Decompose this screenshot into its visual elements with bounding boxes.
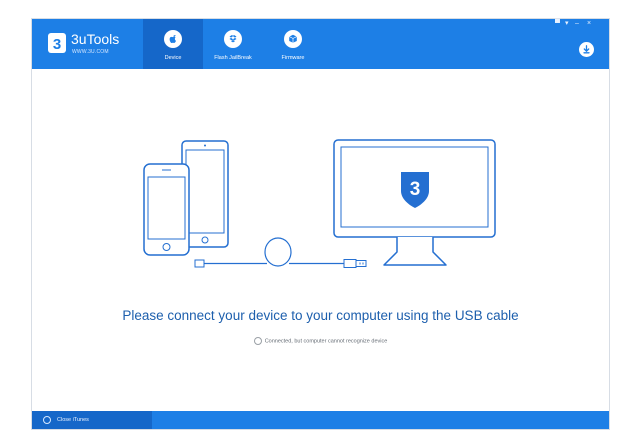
connection-illustration: 3 xyxy=(143,139,496,268)
circle-icon xyxy=(43,416,51,424)
monitor-logo-mark: 3 xyxy=(410,179,421,200)
close-itunes-label: Close iTunes xyxy=(57,417,89,423)
monitor-illustration: 3 xyxy=(333,139,496,266)
app-window: 3 3uTools WWW.3U.COM Device Flash JailBr… xyxy=(32,19,609,429)
iphone-illustration xyxy=(143,163,190,256)
close-itunes-button[interactable]: Close iTunes xyxy=(32,411,152,429)
info-icon xyxy=(253,337,262,345)
connection-status-text: Connected, but computer cannot recognize… xyxy=(264,338,388,345)
connect-instruction: Please connect your device to your compu… xyxy=(122,308,519,323)
status-bar: Close iTunes xyxy=(32,411,609,429)
connection-status-message: Connected, but computer cannot recognize… xyxy=(32,337,609,345)
